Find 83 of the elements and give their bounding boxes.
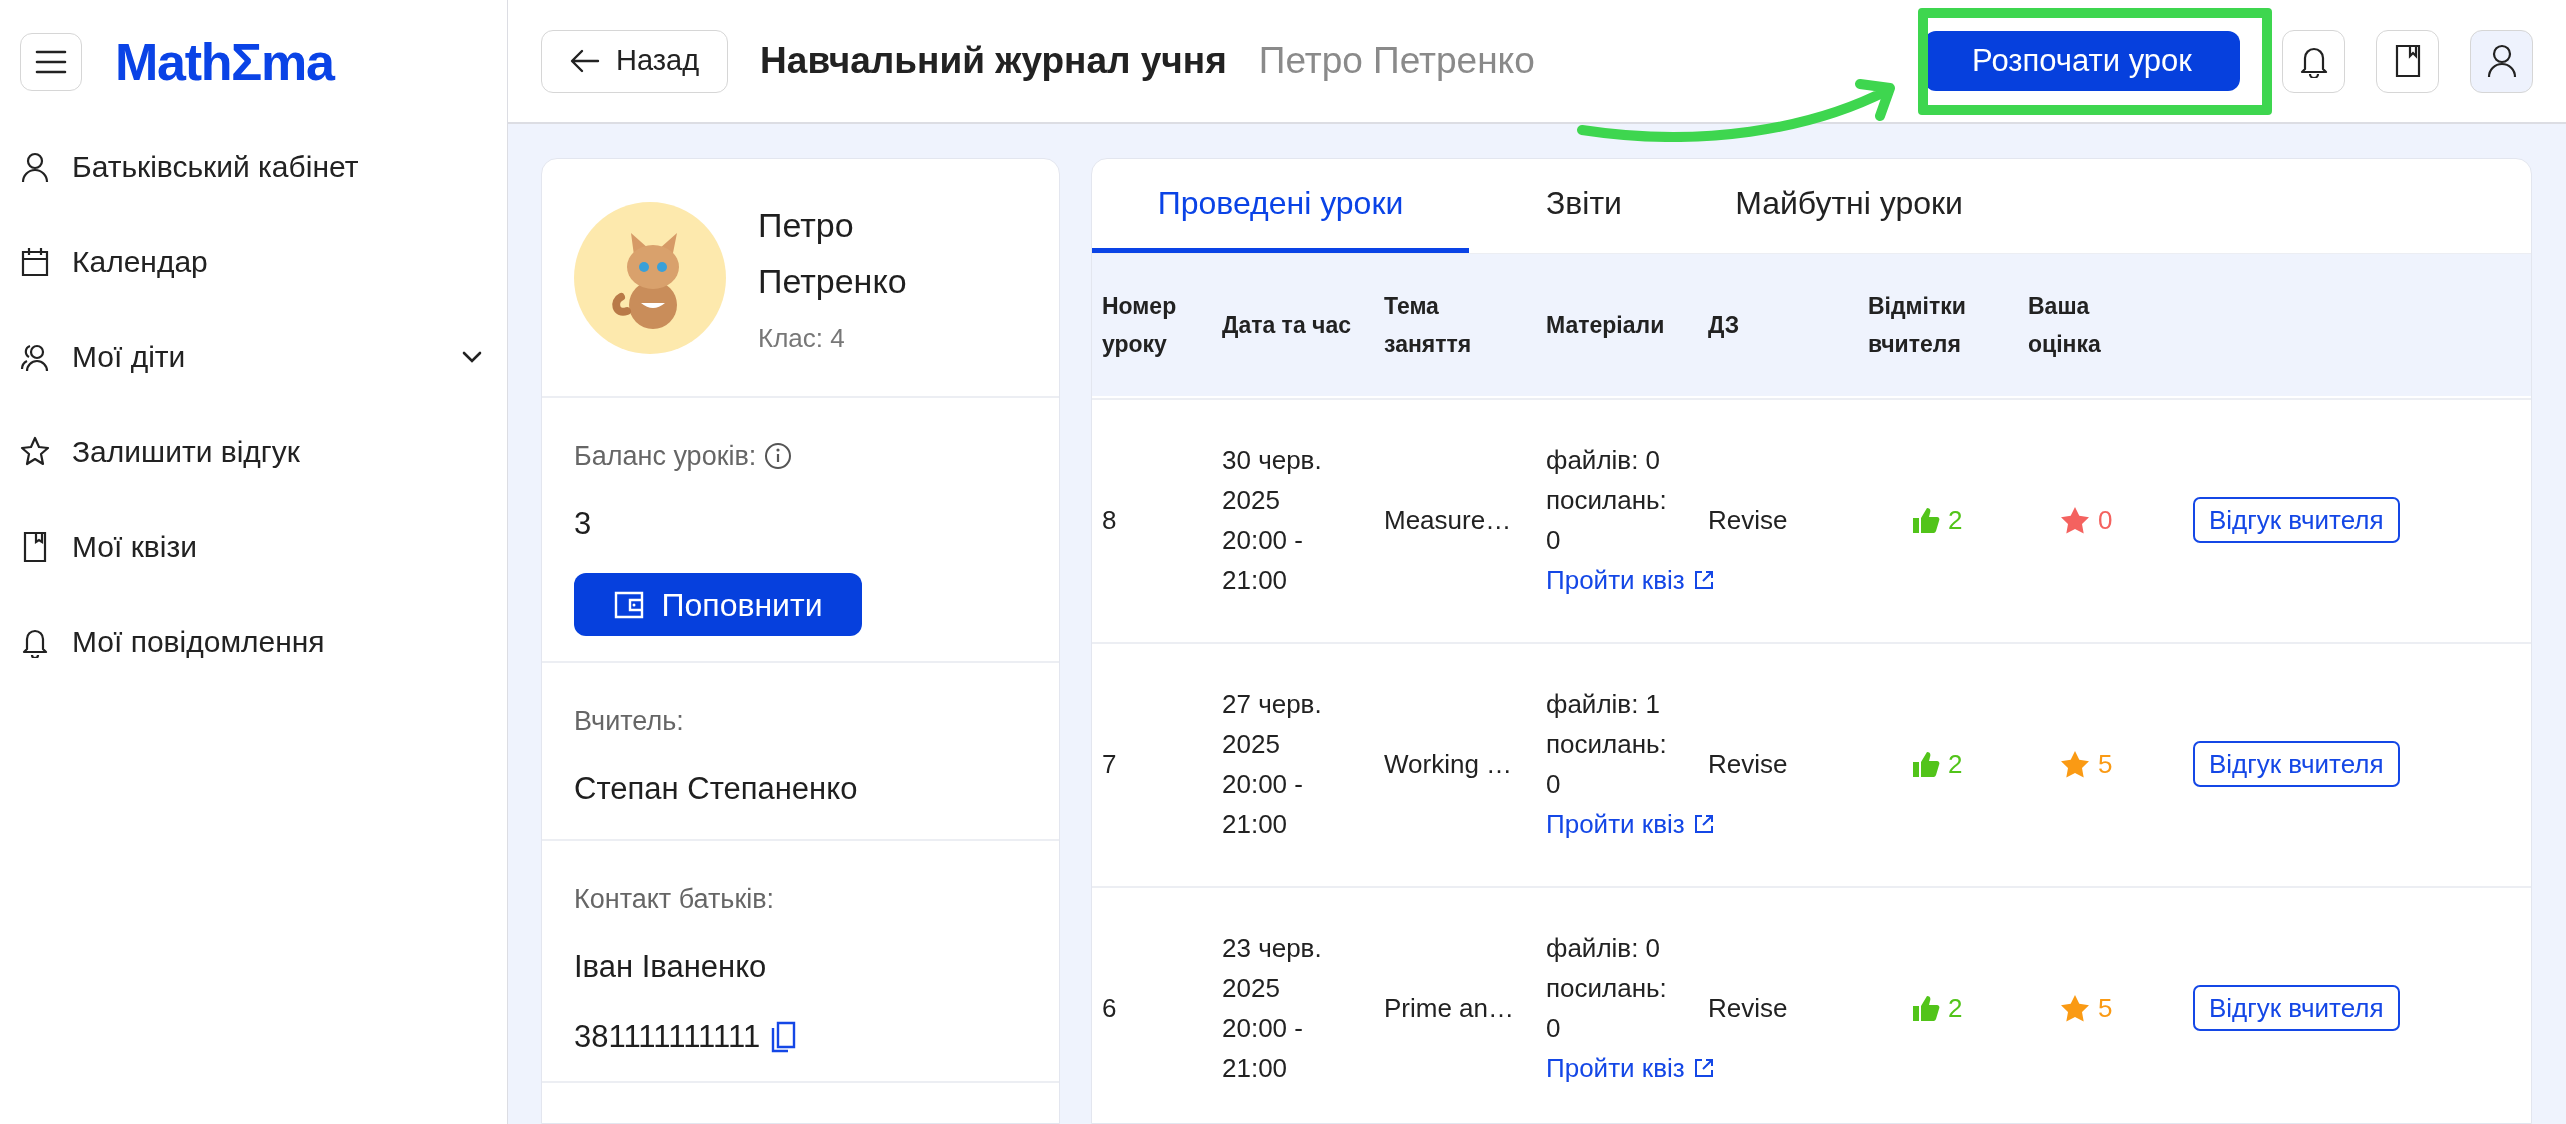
chevron-down-icon[interactable]: [461, 349, 483, 364]
lesson-date: 23 черв. 2025: [1222, 932, 1323, 1005]
teacher-feedback-button[interactable]: Відгук вчителя: [2193, 741, 2400, 787]
lesson-number: 8: [1101, 504, 1118, 537]
back-button[interactable]: Назад: [541, 29, 729, 93]
page-title: Навчальний журнал учня: [760, 39, 1227, 84]
lesson-time: 20:00 - 21:00: [1222, 524, 1304, 597]
files-count: файлів: 0: [1546, 932, 1662, 965]
parent-contact-label: Контакт батьків:: [574, 883, 776, 916]
lesson-topic: Measure…: [1383, 504, 1513, 537]
rating-value: 5: [2098, 992, 2113, 1025]
person-icon: [20, 150, 50, 183]
calendar-icon: [20, 245, 50, 278]
balance-label: Баланс уроків:: [574, 440, 757, 473]
info-icon: [764, 442, 793, 471]
menu-icon: [35, 49, 67, 75]
lesson-topic: Prime an…: [1383, 992, 1516, 1025]
lesson-date: 27 черв. 2025: [1222, 688, 1323, 761]
homework: Revise: [1707, 504, 1789, 537]
tab[interactable]: Майбутні уроки: [1699, 159, 1999, 253]
student-name: Петро Петренко: [1258, 39, 1535, 84]
menu-button[interactable]: [20, 33, 82, 91]
likes-count: 2: [1948, 992, 1963, 1025]
files-count: файлів: 0: [1546, 444, 1662, 477]
column-header: Ваша оцінка: [2027, 292, 2102, 359]
teacher-feedback-button[interactable]: Відгук вчителя: [2193, 985, 2400, 1031]
quiz-link[interactable]: Пройти квіз: [1546, 804, 1715, 844]
phone-number: 381111111111: [574, 1018, 761, 1056]
column-header: Номер уроку: [1101, 292, 1178, 359]
rating-value: 0: [2098, 504, 2113, 537]
column-header: Матеріали: [1545, 311, 1666, 340]
likes-count: 2: [1948, 748, 1963, 781]
sidebar-item[interactable]: Батьківський кабінет: [0, 119, 507, 214]
book-icon: [2394, 44, 2421, 78]
thumbs-up-icon: [1912, 994, 1940, 1022]
tab[interactable]: Звіти: [1469, 159, 1699, 253]
rating-value: 5: [2098, 748, 2113, 781]
teacher-name: Степан Степаненко: [574, 769, 859, 808]
external-link-icon: [1692, 569, 1715, 591]
sidebar-item[interactable]: Календар: [0, 214, 507, 309]
lesson-date: 30 черв. 2025: [1222, 444, 1323, 517]
links-count: посилань: 0: [1546, 972, 1666, 1045]
column-header: ДЗ: [1707, 311, 1741, 340]
thumbs-up-icon: [1912, 506, 1940, 534]
top-up-button[interactable]: Поповнити: [574, 573, 862, 636]
likes-count: 2: [1948, 504, 1963, 537]
column-header: Тема заняття: [1383, 292, 1473, 359]
files-count: файлів: 1: [1546, 688, 1662, 721]
quiz-link[interactable]: Пройти квіз: [1546, 1048, 1715, 1088]
copy-icon[interactable]: [770, 1021, 797, 1054]
external-link-icon: [1692, 813, 1715, 835]
sidebar-item[interactable]: Мої повідомлення: [0, 594, 507, 689]
bookmark-button[interactable]: [2376, 29, 2439, 93]
logo: MathΣma: [115, 36, 334, 88]
lesson-time: 20:00 - 21:00: [1222, 768, 1304, 841]
lesson-number: 6: [1101, 992, 1118, 1025]
parent-name: Іван Іваненко: [574, 947, 768, 986]
teacher-feedback-button[interactable]: Відгук вчителя: [2193, 497, 2400, 543]
notifications-button[interactable]: [2282, 29, 2345, 93]
links-count: посилань: 0: [1546, 484, 1666, 557]
star-icon: [20, 435, 50, 468]
class-label: Клас: 4: [758, 322, 846, 355]
sidebar-item[interactable]: Мої квізи: [0, 499, 507, 594]
student-name: Петро Петренко: [758, 205, 908, 302]
lesson-topic: Working …: [1383, 748, 1514, 781]
column-header: Дата та час: [1221, 311, 1352, 340]
user-icon: [2486, 44, 2517, 78]
column-header: Відмітки вчителя: [1867, 292, 1967, 359]
lesson-time: 20:00 - 21:00: [1222, 1012, 1304, 1085]
arrow-left-icon: [570, 49, 600, 73]
balance-value: 3: [574, 504, 593, 543]
thumbs-up-icon: [1912, 750, 1940, 778]
homework: Revise: [1707, 748, 1789, 781]
quiz-link[interactable]: Пройти квіз: [1546, 560, 1715, 600]
external-link-icon: [1692, 1057, 1715, 1079]
profile-button[interactable]: [2470, 29, 2533, 93]
links-count: посилань: 0: [1546, 728, 1666, 801]
teacher-label: Вчитель:: [574, 705, 685, 738]
homework: Revise: [1707, 992, 1789, 1025]
sidebar-item[interactable]: Мої діти: [0, 309, 507, 404]
wallet-icon: [613, 590, 644, 619]
lesson-number: 7: [1101, 748, 1118, 781]
sidebar-item[interactable]: Залишити відгук: [0, 404, 507, 499]
